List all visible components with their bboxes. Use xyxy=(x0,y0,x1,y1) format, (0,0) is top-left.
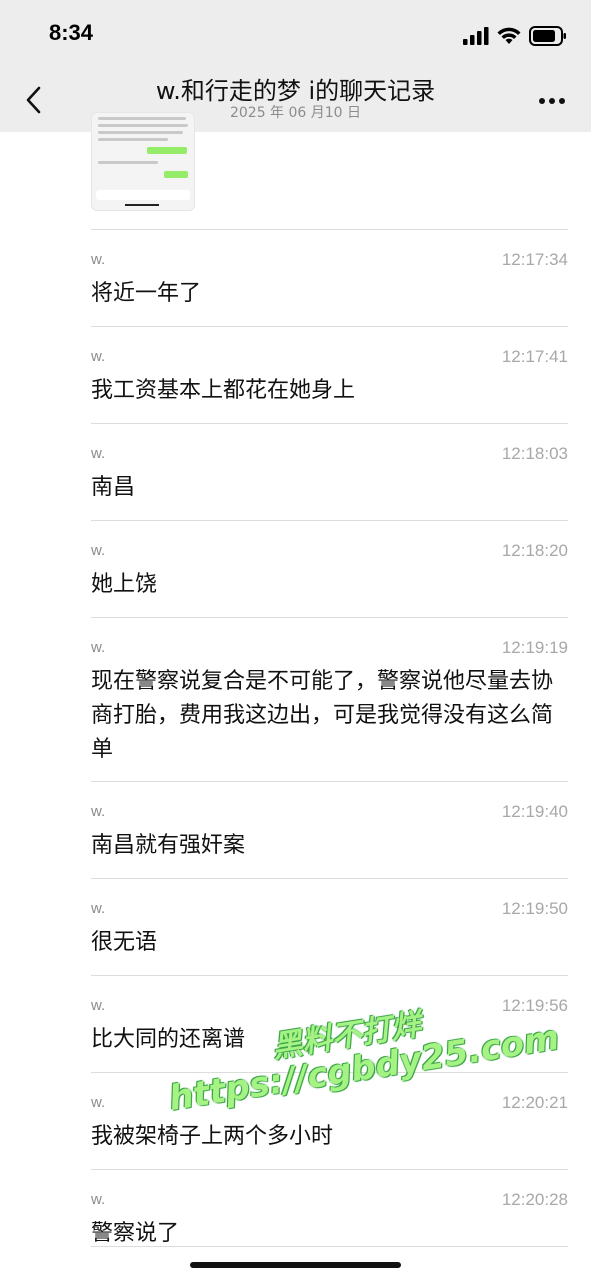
message-text: 现在警察说复合是不可能了，警察说他尽量去协商打胎，费用我这边出，可是我觉得没有这… xyxy=(91,669,554,762)
status-time: 8:34 xyxy=(49,20,94,45)
message-text: 我被架椅子上两个多小时 xyxy=(91,1124,334,1149)
message-time: 12:18:03 xyxy=(501,444,568,463)
status-bar: 8:34 xyxy=(0,0,591,70)
battery-icon xyxy=(529,26,566,46)
back-button[interactable] xyxy=(18,82,48,118)
status-icons xyxy=(463,24,567,48)
message-time: 12:20:28 xyxy=(501,1190,568,1209)
sender-name: w. xyxy=(91,1094,106,1111)
home-indicator[interactable] xyxy=(190,1262,401,1268)
more-button[interactable] xyxy=(537,86,567,116)
sender-name: w. xyxy=(91,900,106,917)
message-text: 比大同的还离谱 xyxy=(91,1027,246,1052)
message-time: 12:17:34 xyxy=(501,250,568,269)
sender-name: w. xyxy=(91,1191,106,1208)
sender-name: w. xyxy=(91,639,106,656)
sender-name: w. xyxy=(91,348,106,365)
image-thumbnail[interactable] xyxy=(91,112,195,211)
message-text: 她上饶 xyxy=(91,572,158,597)
message-text: 很无语 xyxy=(91,930,158,955)
message-text: 南昌就有强奸案 xyxy=(91,833,246,858)
list-item[interactable]: w. 12:19:50 很无语 xyxy=(91,878,568,975)
nav-bar: w.和行走的梦 i的聊天记录 2025 年 06 月10 日 xyxy=(0,70,591,132)
message-time: 12:20:21 xyxy=(501,1093,568,1112)
sender-name: w. xyxy=(91,997,106,1014)
message-time: 12:18:20 xyxy=(501,541,568,560)
message-time: 12:17:41 xyxy=(501,347,568,366)
list-item[interactable]: w. 12:20:28 警察说了 xyxy=(91,1169,568,1247)
message-time: 12:19:19 xyxy=(501,638,568,657)
message-time: 12:19:40 xyxy=(501,802,568,821)
sender-name: w. xyxy=(91,445,106,462)
sender-name: w. xyxy=(91,251,106,268)
list-item[interactable]: w. 12:19:40 南昌就有强奸案 xyxy=(91,781,568,878)
message-text: 警察说了 xyxy=(91,1221,180,1246)
list-item[interactable]: w. 12:19:19 现在警察说复合是不可能了，警察说他尽量去协商打胎，费用我… xyxy=(91,617,568,781)
list-item[interactable]: w. 12:20:21 我被架椅子上两个多小时 xyxy=(91,1072,568,1169)
page-title: w.和行走的梦 i的聊天记录 xyxy=(155,77,436,105)
message-text: 南昌 xyxy=(91,475,136,500)
chat-history-list: w. 12:17:34 将近一年了 w. 12:17:41 我工资基本上都花在她… xyxy=(91,229,568,1247)
list-item[interactable]: w. 12:18:20 她上饶 xyxy=(91,520,568,617)
message-text: 我工资基本上都花在她身上 xyxy=(91,378,356,403)
list-item[interactable]: w. 12:19:56 比大同的还离谱 xyxy=(91,975,568,1072)
wifi-icon xyxy=(497,27,521,44)
list-item[interactable]: w. 12:18:03 南昌 xyxy=(91,423,568,520)
message-time: 12:19:56 xyxy=(501,996,568,1015)
list-item[interactable]: w. 12:17:34 将近一年了 xyxy=(91,229,568,326)
list-item[interactable]: w. 12:17:41 我工资基本上都花在她身上 xyxy=(91,326,568,423)
message-time: 12:19:50 xyxy=(501,899,568,918)
chevron-left-icon xyxy=(26,86,41,114)
sender-name: w. xyxy=(91,803,106,820)
message-text: 将近一年了 xyxy=(91,281,202,306)
sender-name: w. xyxy=(91,542,106,559)
more-dots-icon xyxy=(539,98,565,104)
cellular-signal-icon xyxy=(463,27,489,45)
